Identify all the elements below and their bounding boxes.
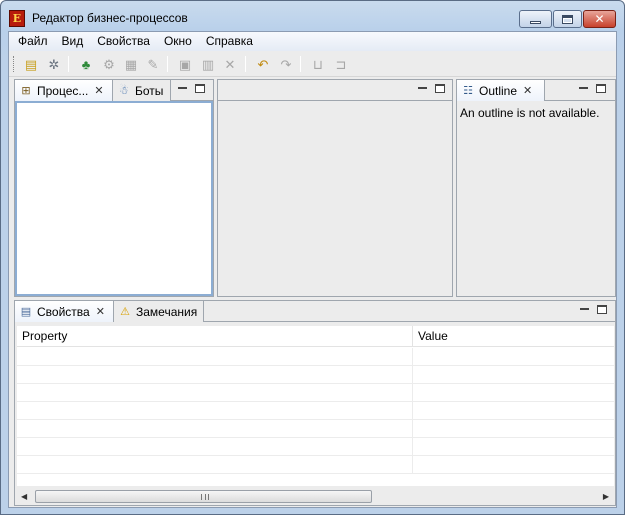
outline-icon: ☷ xyxy=(463,85,473,97)
save-icon[interactable]: ▣ xyxy=(176,55,194,73)
process-tree[interactable] xyxy=(15,101,213,296)
table-row xyxy=(17,456,614,474)
editor-panel xyxy=(217,79,453,297)
grip-icon xyxy=(201,494,209,500)
menu-bar: Файл Вид Свойства Окно Справка xyxy=(9,32,616,51)
tab-problems-label: Замечания xyxy=(136,304,198,319)
app-window: E Редактор бизнес-процессов ✕ Файл Вид С… xyxy=(0,0,625,515)
process-icon: ⊞ xyxy=(21,85,31,97)
toolbar-separator xyxy=(167,56,168,72)
download-icon[interactable]: ⊐ xyxy=(332,55,350,73)
delete-icon[interactable]: ✕ xyxy=(221,55,239,73)
maximize-icon xyxy=(562,14,573,24)
menu-properties[interactable]: Свойства xyxy=(90,32,157,51)
column-header-value[interactable]: Value xyxy=(413,326,614,347)
column-header-property[interactable]: Property xyxy=(17,326,413,347)
save-all-icon[interactable]: ▥ xyxy=(199,55,217,73)
maximize-button[interactable] xyxy=(553,10,582,28)
validate-icon[interactable]: ▦ xyxy=(122,55,140,73)
menu-window[interactable]: Окно xyxy=(157,32,199,51)
new-file-icon[interactable]: ▤ xyxy=(22,55,40,73)
maximize-view-button[interactable] xyxy=(195,83,207,95)
upload-icon[interactable]: ⊔ xyxy=(309,55,327,73)
scroll-left-icon[interactable]: ◀ xyxy=(21,492,27,501)
tab-properties[interactable]: ▤ Свойства ✕ xyxy=(15,301,114,322)
tab-outline[interactable]: ☷ Outline ✕ xyxy=(457,80,545,101)
maximize-view-icon xyxy=(596,84,606,93)
window-title: Редактор бизнес-процессов xyxy=(32,11,188,25)
editor-tabbar xyxy=(218,80,452,101)
minimize-view-button[interactable] xyxy=(579,83,591,95)
settings-icon[interactable]: ✲ xyxy=(45,55,63,73)
tab-properties-label: Свойства xyxy=(37,304,90,319)
close-button[interactable]: ✕ xyxy=(583,10,616,28)
tab-problems[interactable]: ⚠ Замечания xyxy=(114,301,204,322)
minimize-view-icon xyxy=(580,308,589,310)
toolbar-grip[interactable] xyxy=(13,56,16,72)
table-row xyxy=(17,384,614,402)
close-tab-icon[interactable]: ✕ xyxy=(96,305,105,318)
table-row xyxy=(17,402,614,420)
properties-tabbar: ▤ Свойства ✕ ⚠ Замечания xyxy=(15,301,615,322)
minimize-button[interactable] xyxy=(519,10,552,28)
edit-icon[interactable]: ✎ xyxy=(144,55,162,73)
minimize-view-button[interactable] xyxy=(580,304,592,316)
maximize-view-icon xyxy=(435,84,445,93)
maximize-view-icon xyxy=(597,305,607,314)
title-bar[interactable]: E Редактор бизнес-процессов ✕ xyxy=(1,1,624,31)
toolbar-separator xyxy=(300,56,301,72)
table-row xyxy=(17,420,614,438)
table-row xyxy=(17,438,614,456)
export-icon[interactable]: ⚙ xyxy=(100,55,118,73)
properties-icon: ▤ xyxy=(20,306,32,318)
menu-file[interactable]: Файл xyxy=(11,32,55,51)
scrollbar-thumb[interactable] xyxy=(35,490,372,503)
minimize-view-icon xyxy=(579,87,588,89)
tab-processes-label: Процес... xyxy=(37,83,89,98)
scroll-right-icon[interactable]: ▶ xyxy=(603,492,609,501)
minimize-view-button[interactable] xyxy=(178,83,190,95)
process-explorer-tabbar: ⊞ Процес... ✕ ☃ Боты xyxy=(15,80,213,101)
close-icon: ✕ xyxy=(594,12,605,26)
menu-view[interactable]: Вид xyxy=(55,32,91,51)
properties-panel: ▤ Свойства ✕ ⚠ Замечания Property Value xyxy=(14,300,616,506)
table-header: Property Value xyxy=(17,326,614,347)
maximize-view-button[interactable] xyxy=(435,83,447,95)
menu-help[interactable]: Справка xyxy=(199,32,260,51)
table-row xyxy=(17,366,614,384)
close-tab-icon[interactable]: ✕ xyxy=(523,84,532,97)
minimize-view-button[interactable] xyxy=(418,83,430,95)
toolbar-separator xyxy=(68,56,69,72)
properties-table[interactable]: Property Value xyxy=(17,326,614,486)
redo-icon[interactable]: ↷ xyxy=(277,55,295,73)
minimize-view-icon xyxy=(178,87,187,89)
tab-processes[interactable]: ⊞ Процес... ✕ xyxy=(15,80,113,101)
bots-icon: ☃ xyxy=(119,85,129,97)
toolbar-separator xyxy=(245,56,246,72)
undo-icon[interactable]: ↶ xyxy=(254,55,272,73)
horizontal-scrollbar[interactable]: ◀ ▶ xyxy=(17,488,614,505)
process-explorer-panel: ⊞ Процес... ✕ ☃ Боты xyxy=(14,79,214,297)
maximize-view-button[interactable] xyxy=(596,83,608,95)
warning-icon: ⚠ xyxy=(120,306,130,318)
tab-bots-label: Боты xyxy=(135,83,164,98)
import-icon[interactable]: ♣ xyxy=(77,55,95,73)
toolbar: ▤ ✲ ♣ ⚙ ▦ ✎ ▣ ▥ ✕ ↶ ↷ ⊔ ⊐ xyxy=(9,51,616,77)
table-row xyxy=(17,348,614,366)
tab-bots[interactable]: ☃ Боты xyxy=(113,80,171,101)
app-icon: E xyxy=(9,10,25,27)
outline-tabbar: ☷ Outline ✕ xyxy=(457,80,615,101)
outline-message: An outline is not available. xyxy=(460,106,600,120)
maximize-view-icon xyxy=(195,84,205,93)
close-tab-icon[interactable]: ✕ xyxy=(94,84,103,97)
minimize-icon xyxy=(530,20,541,24)
tab-outline-label: Outline xyxy=(479,83,518,98)
maximize-view-button[interactable] xyxy=(597,304,609,316)
minimize-view-icon xyxy=(418,87,427,89)
outline-panel: ☷ Outline ✕ An outline is not available. xyxy=(456,79,616,297)
client-area: Файл Вид Свойства Окно Справка ▤ ✲ ♣ ⚙ ▦… xyxy=(8,31,617,508)
